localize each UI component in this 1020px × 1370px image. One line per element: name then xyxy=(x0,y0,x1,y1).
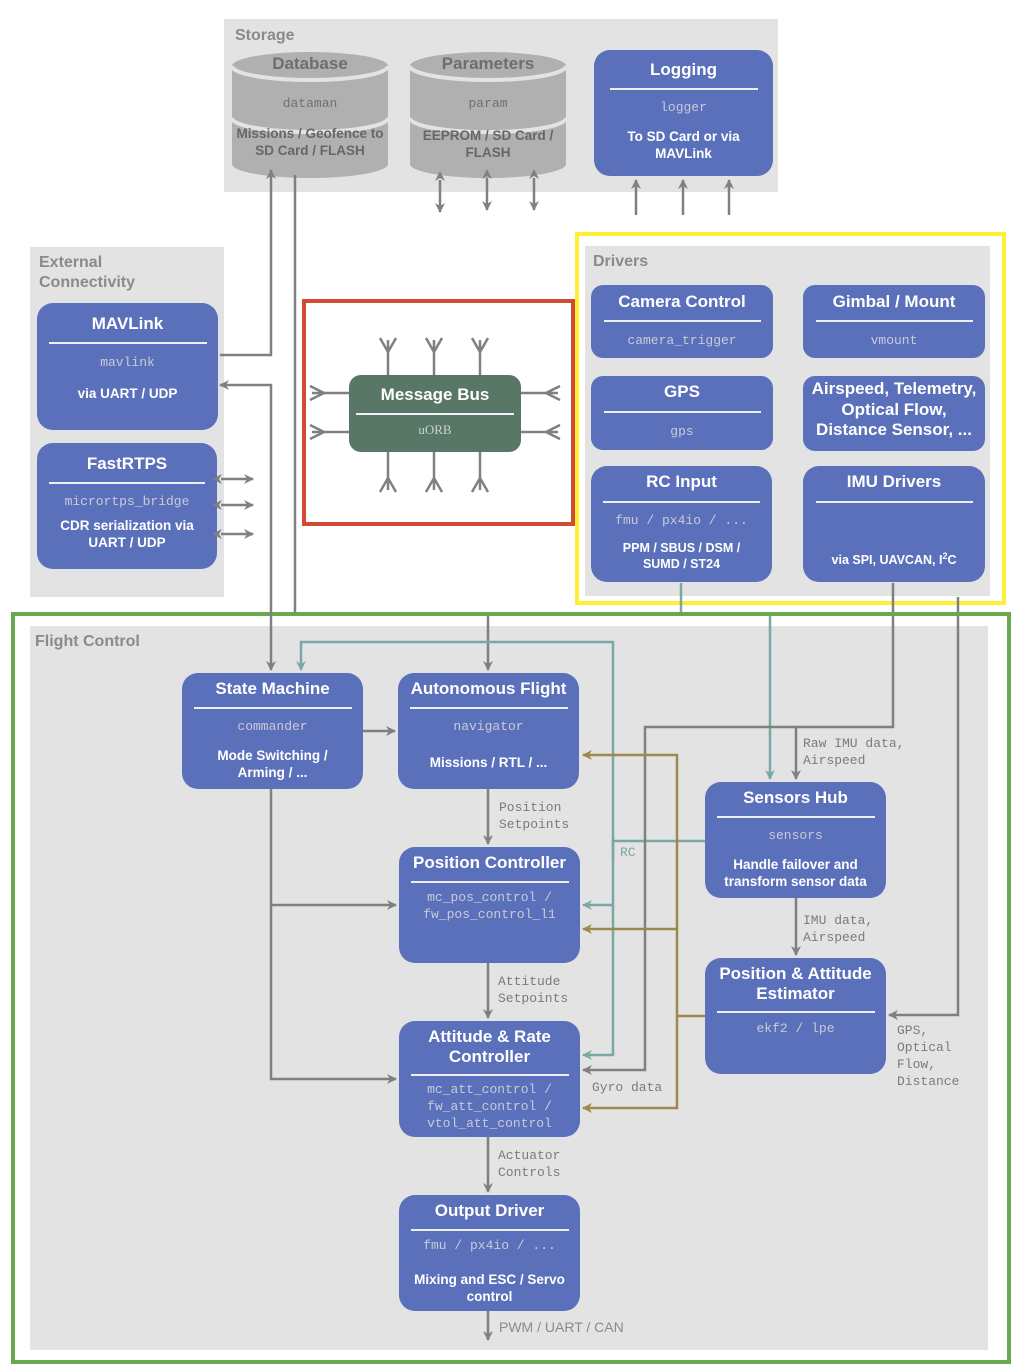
flight-control-to-mavlink-line xyxy=(219,380,273,612)
imu-raw-line xyxy=(791,616,895,780)
estimator-to-attitude-controller xyxy=(582,1016,679,1113)
rc-to-state-machine-line xyxy=(296,640,615,858)
state-to-position-line xyxy=(269,789,397,1084)
mavlink-to-database-line xyxy=(220,169,276,357)
connectors-layer xyxy=(212,169,960,1341)
message-bus-antennas xyxy=(309,337,561,493)
gyro-line xyxy=(582,725,796,1075)
gps-to-estimator-line xyxy=(888,616,960,1020)
